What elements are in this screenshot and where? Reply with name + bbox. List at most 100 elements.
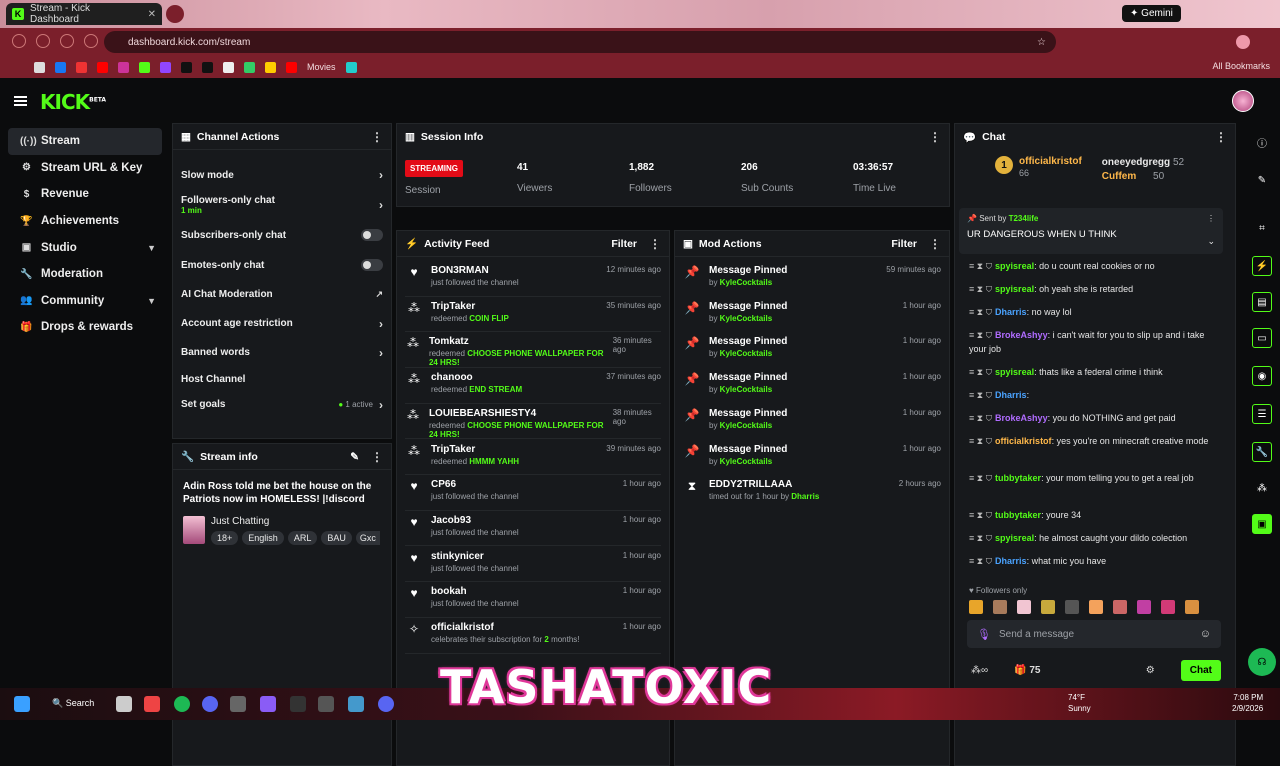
emote-icon[interactable] [1065,600,1079,614]
discord-icon[interactable] [378,696,394,712]
emote-icon[interactable] [1113,600,1127,614]
chrome-icon[interactable] [144,696,160,712]
chat-username[interactable]: spyisreal [995,533,1034,543]
bookmark-icon[interactable] [345,61,357,73]
browser-tab[interactable]: K Stream - Kick Dashboard ✕ [6,3,162,25]
emote-icon[interactable] [1017,600,1031,614]
emote-icon[interactable] [969,600,983,614]
bookmark-icon[interactable] [265,61,276,73]
broadcast-icon[interactable]: ◉ [1252,366,1272,386]
followers-only-row[interactable]: Followers-only chat 1 min › [173,190,391,220]
more-options-icon[interactable]: ⋮ [929,237,941,251]
chat-message[interactable]: ≡ ⧗ ⛉ officialkristof: yes you're on mine… [969,434,1221,448]
wrench-icon[interactable]: 🔧 [1252,442,1272,462]
instagram-icon[interactable] [118,61,129,73]
sidebar-item-achievements[interactable]: 🏆 Achievements [8,208,162,235]
message-actions-icon[interactable]: ≡ ⧗ ⛉ [969,473,992,483]
chat-username[interactable]: tubbytaker [995,473,1041,483]
mic-icon[interactable]: 🎙 [977,628,991,641]
message-actions-icon[interactable]: ≡ ⧗ ⛉ [969,533,992,543]
message-actions-icon[interactable]: ≡ ⧗ ⛉ [969,367,992,377]
all-bookmarks-button[interactable]: All Bookmarks [1212,61,1270,71]
chat-username[interactable]: spyisreal [995,367,1034,377]
activity-feed-item[interactable]: ⁂ Tomkatz redeemed CHOOSE PHONE WALLPAPER … [405,332,661,368]
rewards-icon[interactable]: ⁂∞ [971,665,988,676]
tag[interactable]: Gxc [355,531,380,545]
sidebar-item-drops-rewards[interactable]: 🎁 Drops & rewards [8,314,162,341]
url-field[interactable]: dashboard.kick.com/stream ☆ [104,31,1056,53]
gemini-button[interactable]: ✦ Gemini [1122,5,1181,22]
message-actions-icon[interactable]: ≡ ⧗ ⛉ [969,510,992,520]
chevron-down-icon[interactable]: ⌄ [1207,236,1215,247]
tag[interactable]: ARL [287,531,318,545]
lightning-icon[interactable]: ⚡ [1252,256,1272,276]
chat-message[interactable]: ≡ ⧗ ⛉ tubbytaker: your mom telling you to… [969,471,1221,485]
youtube-icon[interactable] [97,61,108,73]
activity-feed-item[interactable]: ⁂ chanooo redeemed END STREAM 37 minutes ag… [405,368,661,404]
system-clock[interactable]: 7:08 PM 2/9/2026 [1232,692,1263,714]
points-display[interactable]: 🎁 75 [1014,665,1040,676]
sidebar-item-moderation[interactable]: 🔧 Moderation [8,261,162,288]
feed-item-name[interactable]: Jacob93 [431,515,519,526]
activity-feed-item[interactable]: ⁂ TripTaker redeemed COIN FLIP 35 minutes a… [405,297,661,333]
moderator-name[interactable]: KyleCocktails [720,349,772,358]
mod-action-item[interactable]: 📌 Message Pinned by KyleCocktails 1 hour ag… [683,297,941,333]
chat-message[interactable]: ≡ ⧗ ⛉ Dharris: [969,388,1221,402]
feed-item-name[interactable]: bookah [431,586,519,597]
more-options-icon[interactable]: ⋮ [1207,214,1215,223]
spotify-icon[interactable] [174,696,190,712]
chat-username[interactable]: spyisreal [995,261,1034,271]
account-age-row[interactable]: Account age restriction › [173,309,391,338]
chat-username[interactable]: BrokeAshyy [995,413,1048,423]
chat-message[interactable]: ≡ ⧗ ⛉ Dharris: no way lol [969,305,1221,319]
chat-username[interactable]: officialkristof [995,436,1052,446]
app-icon[interactable] [348,696,364,712]
filter-button[interactable]: Filter [611,238,637,250]
slow-mode-row[interactable]: Slow mode › [173,160,391,190]
activity-feed-item[interactable]: ♥ CP66 just followed the channel 1 hour ag… [405,475,661,511]
emotes-only-toggle[interactable] [361,259,383,271]
app-icon[interactable] [230,696,246,712]
chat-message[interactable]: ≡ ⧗ ⛉ spyisreal: do u count real cookies … [969,259,1221,273]
feed-item-name[interactable]: Tomkatz [429,336,613,347]
feed-item-name[interactable]: TripTaker [431,444,519,455]
tag[interactable]: English [242,531,284,545]
moderator-name[interactable]: KyleCocktails [720,314,772,323]
mod-action-item[interactable]: 📌 Message Pinned by KyleCocktails 1 hour ag… [683,332,941,368]
emote-icon[interactable] [1161,600,1175,614]
forward-icon[interactable] [36,34,50,48]
banned-words-row[interactable]: Banned words › [173,338,391,367]
activity-feed-item[interactable]: ♥ stinkynicer just followed the channel 1 … [405,547,661,583]
feed-item-name[interactable]: officialkristof [431,622,580,633]
tiktok-icon[interactable] [202,61,213,73]
chat-message[interactable]: ≡ ⧗ ⛉ spyisreal: oh yeah she is retarded [969,282,1221,296]
new-tab-button[interactable] [166,5,184,23]
moderator-name[interactable]: KyleCocktails [720,421,772,430]
mod-action-item[interactable]: 📌 Message Pinned by KyleCocktails 59 minute… [683,261,941,297]
sidebar-item-community[interactable]: 👥 Community ▼ [8,288,162,315]
filter-button[interactable]: Filter [891,238,917,250]
sidebar-item-revenue[interactable]: $ Revenue [8,181,162,208]
netflix-icon[interactable] [76,61,87,73]
app-icon[interactable]: ▣ [1252,514,1272,534]
chat-message[interactable]: ≡ ⧗ ⛉ spyisreal: he almost caught your di… [969,531,1221,545]
emoji-icon[interactable]: ☺ [1200,628,1211,640]
activity-feed-item[interactable]: ♥ BON3RMAN just followed the channel 12 mi… [405,261,661,297]
movies-bookmark-icon[interactable] [286,61,297,73]
moderator-name[interactable]: KyleCocktails [720,278,772,287]
chat-username[interactable]: Dharris [995,390,1027,400]
subscribers-only-toggle[interactable] [361,229,383,241]
chat-input[interactable]: 🎙 Send a message ☺ [967,620,1221,648]
more-options-icon[interactable]: ⋮ [371,450,383,464]
weather-widget[interactable]: 74°F Sunny [1068,692,1091,714]
activity-feed-item[interactable]: ⁂ TripTaker redeemed HMMM YAHH 39 minutes a… [405,440,661,476]
message-actions-icon[interactable]: ≡ ⧗ ⛉ [969,556,992,566]
feed-item-name[interactable]: TripTaker [431,301,509,312]
sidebar-item-stream[interactable]: ((·)) Stream [8,128,162,155]
chat-message[interactable]: ≡ ⧗ ⛉ Dharris: what mic you have [969,554,1221,568]
list-icon[interactable]: ☰ [1252,404,1272,424]
message-actions-icon[interactable]: ≡ ⧗ ⛉ [969,261,992,271]
more-options-icon[interactable]: ⋮ [929,130,941,144]
mod-action-item[interactable]: 📌 Message Pinned by KyleCocktails 1 hour ag… [683,404,941,440]
chat-message[interactable]: ≡ ⧗ ⛉ BrokeAshyy: you do NOTHING and get … [969,411,1221,425]
